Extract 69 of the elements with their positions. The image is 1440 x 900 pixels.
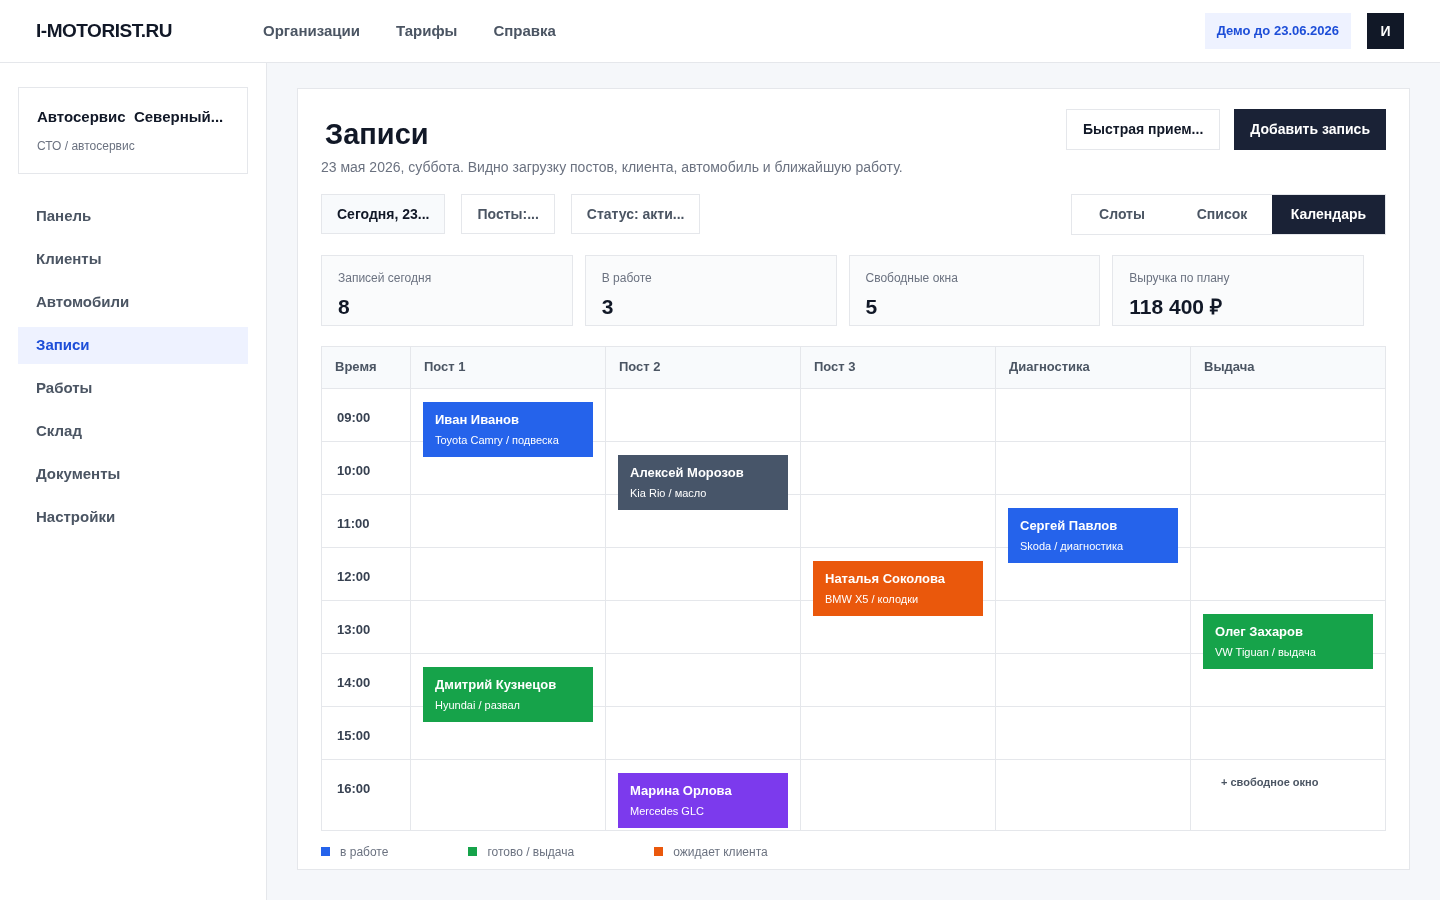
appointment-card[interactable]: Алексей Морозов Kia Rio / масло: [618, 454, 788, 510]
column-header: Пост 2: [619, 358, 661, 377]
view-tab[interactable]: Календарь: [1272, 194, 1385, 234]
vehicle-service: Skoda / диагностика: [1020, 539, 1125, 554]
demo-badge: Демо до 23.06.2026: [1204, 13, 1351, 49]
filter-button[interactable]: Сегодня, 23...: [321, 194, 446, 234]
sidebar-item[interactable]: Клиенты: [18, 240, 248, 278]
time-label: 09:00: [337, 409, 371, 425]
stat-value: 8: [338, 293, 351, 320]
time-label: 11:00: [337, 515, 370, 531]
appointment-card[interactable]: Сергей Павлов Skoda / диагностика: [1008, 507, 1178, 563]
column-header: Пост 3: [814, 358, 856, 377]
vehicle-service: Mercedes GLC: [630, 804, 705, 819]
legend-label: ожидает клиента: [673, 843, 768, 861]
client-name: Сергей Павлов: [1020, 516, 1119, 535]
stat-label: Выручка по плану: [1129, 269, 1231, 287]
appointment-card[interactable]: Наталья Соколова BMW X5 / колодки: [813, 560, 983, 616]
quick-button[interactable]: Быстрая прием...: [1065, 109, 1221, 150]
sidebar-item[interactable]: Работы: [18, 369, 248, 407]
logo: I-MOTORIST.RU: [36, 18, 173, 43]
sidebar-item[interactable]: Склад: [18, 412, 248, 450]
legend-label: в работе: [340, 843, 389, 861]
sidebar-item[interactable]: Автомобили: [18, 283, 248, 321]
vehicle-service: Kia Rio / масло: [630, 486, 708, 501]
stat-value: 3: [601, 293, 615, 320]
sidebar-item[interactable]: Панель: [18, 197, 248, 235]
page-subtitle: 23 мая 2026, суббота. Видно загрузку постов, клиента, автомобиль и ближайшую работу.: [321, 157, 903, 177]
avatar-button[interactable]: И: [1367, 13, 1404, 49]
column-header: Пост 1: [424, 358, 466, 377]
time-label: 12:00: [337, 568, 371, 584]
vehicle-service: VW Tiguan / выдача: [1215, 645, 1317, 660]
vehicle-service: Toyota Camry / подвеска: [435, 433, 560, 448]
stat-label: Свободные окна: [865, 269, 959, 287]
filter-button[interactable]: Посты:...: [461, 194, 555, 234]
column-header: Время: [335, 358, 377, 377]
time-label: 14:00: [337, 674, 371, 690]
stat-label: В работе: [601, 269, 653, 287]
time-label: 13:00: [337, 621, 371, 637]
nav-link[interactable]: Организации: [263, 19, 360, 43]
nav-link[interactable]: Тарифы: [395, 19, 458, 43]
add-button[interactable]: Добавить запись: [1234, 109, 1386, 150]
stat-value: 118 400 ₽: [1129, 293, 1223, 320]
time-label: 10:00: [337, 462, 371, 478]
org-type: СТО / автосервис: [37, 137, 136, 155]
column-header: Выдача: [1204, 358, 1255, 377]
sidebar-item[interactable]: Настройки: [18, 498, 248, 536]
appointment-card[interactable]: Иван Иванов Toyota Camry / подвеска: [423, 401, 593, 457]
org-name: Автосервис Северный...: [37, 107, 225, 127]
client-name: Олег Захаров: [1215, 622, 1304, 641]
column-header: Диагностика: [1009, 358, 1090, 377]
client-name: Наталья Соколова: [825, 569, 947, 588]
vehicle-service: Hyundai / развал: [435, 698, 521, 713]
client-name: Марина Орлова: [630, 781, 733, 800]
vehicle-service: BMW X5 / колодки: [825, 592, 920, 607]
sidebar-item[interactable]: Записи: [18, 326, 248, 364]
sidebar-item[interactable]: Документы: [18, 455, 248, 493]
stat-value: 5: [865, 293, 879, 320]
time-label: 16:00: [337, 780, 371, 796]
stat-label: Записей сегодня: [338, 269, 433, 287]
client-name: Дмитрий Кузнецов: [435, 675, 558, 694]
client-name: Иван Иванов: [435, 410, 521, 429]
filter-button[interactable]: Статус: акти...: [570, 194, 701, 234]
appointment-card[interactable]: Марина Орлова Mercedes GLC: [618, 772, 788, 828]
time-label: 15:00: [337, 727, 371, 743]
free-slot-link[interactable]: + свободное окно: [1221, 773, 1319, 790]
client-name: Алексей Морозов: [630, 463, 745, 482]
nav-link[interactable]: Справка: [493, 19, 556, 43]
page-title: Записи: [325, 117, 430, 152]
legend-label: готово / выдача: [487, 843, 575, 861]
